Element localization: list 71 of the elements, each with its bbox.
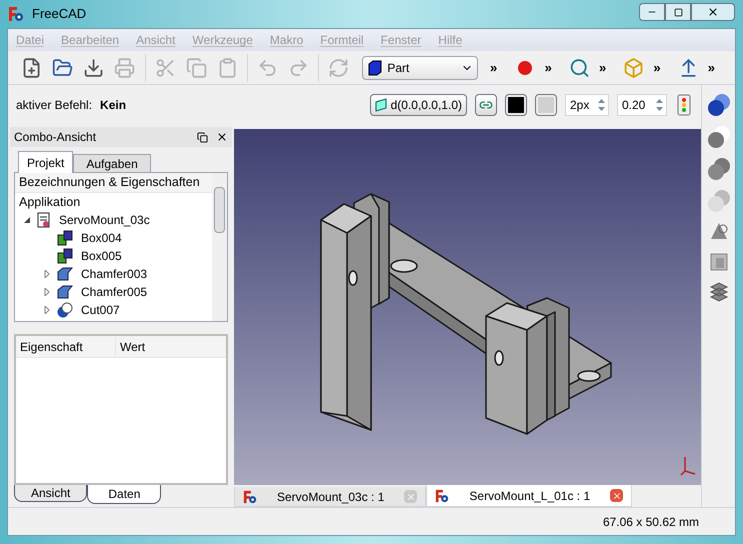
shapes-subtract-icon[interactable] <box>706 125 730 149</box>
active-command-value: Kein <box>100 97 126 114</box>
cube-icon <box>367 60 384 76</box>
document-icon <box>37 212 51 228</box>
spheres-icon <box>57 302 73 318</box>
line-width-spinbox[interactable]: 2px <box>565 94 609 116</box>
active-command-label: aktiver Befehl: <box>16 97 92 114</box>
shapes-union-icon[interactable] <box>706 93 730 117</box>
line-color-button[interactable] <box>505 94 527 116</box>
close-button[interactable] <box>691 3 735 21</box>
toolbar-overflow[interactable]: » <box>704 58 719 78</box>
zoom-icon[interactable] <box>568 56 590 78</box>
tree-item[interactable]: Chamfer003 <box>81 265 148 283</box>
save-icon[interactable] <box>83 56 104 78</box>
panel-tab[interactable]: Projekt <box>18 151 74 173</box>
toolbar-overflow[interactable]: » <box>649 58 665 78</box>
new-file-icon[interactable] <box>21 56 42 78</box>
app-logo-icon <box>435 488 450 502</box>
app-logo-icon <box>8 6 24 22</box>
status-dimensions: 67.06 x 50.62 mm <box>602 514 699 530</box>
document-tab[interactable]: ServoMount_03c : 1 <box>234 487 426 507</box>
blocks-icon <box>57 248 73 264</box>
frame-icon[interactable] <box>708 251 730 273</box>
traffic-light-icon[interactable] <box>675 94 693 116</box>
toolbar-overflow[interactable]: » <box>486 58 502 78</box>
column-header[interactable]: Wert <box>116 336 226 357</box>
toolbar-overflow[interactable]: » <box>540 58 556 78</box>
app-logo-icon <box>243 490 257 504</box>
panel-tab[interactable]: Daten <box>87 485 162 504</box>
face-color-swatch <box>538 97 554 113</box>
document-tab[interactable]: ServoMount_L_01c : 1 <box>426 485 632 507</box>
line-color-swatch <box>508 97 524 113</box>
chamfer-icon <box>57 266 73 282</box>
tree-item[interactable]: Box004 <box>81 229 122 247</box>
tree-item[interactable]: Chamfer005 <box>81 283 148 301</box>
float-icon[interactable] <box>197 132 208 142</box>
link-button[interactable] <box>475 94 497 116</box>
blocks-icon <box>57 230 73 246</box>
spin-arrows-icon[interactable] <box>655 97 664 113</box>
tree-root[interactable]: Applikation <box>15 193 212 211</box>
toolbar-overflow[interactable]: » <box>595 58 610 78</box>
maximize-button[interactable] <box>665 3 691 21</box>
maximize-icon <box>674 8 682 16</box>
panel-title: Combo-Ansicht <box>14 129 98 146</box>
folder-icon[interactable] <box>52 56 74 78</box>
workbench-select[interactable]: Part <box>362 56 478 80</box>
close-icon <box>707 6 719 18</box>
column-header[interactable]: Bezeichnungen & Eigenschaften <box>15 173 212 193</box>
transparency-spinbox[interactable]: 0.20 <box>617 94 667 116</box>
column-header[interactable]: Eigenschaft <box>16 336 116 357</box>
record-icon[interactable] <box>517 60 533 76</box>
tree-item[interactable]: ServoMount_03c <box>59 211 150 229</box>
tree-expander-icon[interactable] <box>23 216 31 224</box>
close-icon[interactable] <box>216 131 228 143</box>
tree-item[interactable]: Cut007 <box>81 301 120 319</box>
tree-item[interactable]: Box005 <box>81 247 122 265</box>
panel-tab[interactable]: Ansicht <box>14 485 88 502</box>
spin-arrows-icon[interactable] <box>597 97 606 113</box>
placement-button[interactable]: d(0.0,0.0,1.0) <box>370 94 467 116</box>
cube-icon[interactable] <box>623 56 644 78</box>
scrollbar[interactable] <box>212 173 227 321</box>
tab-close-icon[interactable] <box>610 489 624 502</box>
window-title: FreeCAD <box>32 5 86 24</box>
3d-viewport[interactable] <box>234 129 701 485</box>
face-color-button[interactable] <box>535 94 557 116</box>
minimize-button[interactable] <box>639 3 665 21</box>
plane-icon <box>374 98 387 112</box>
shapes-intersect-icon[interactable] <box>706 157 730 181</box>
panel-tab[interactable]: Aufgaben <box>73 154 151 173</box>
chamfer-icon <box>57 284 73 300</box>
stack-icon[interactable] <box>708 281 730 303</box>
